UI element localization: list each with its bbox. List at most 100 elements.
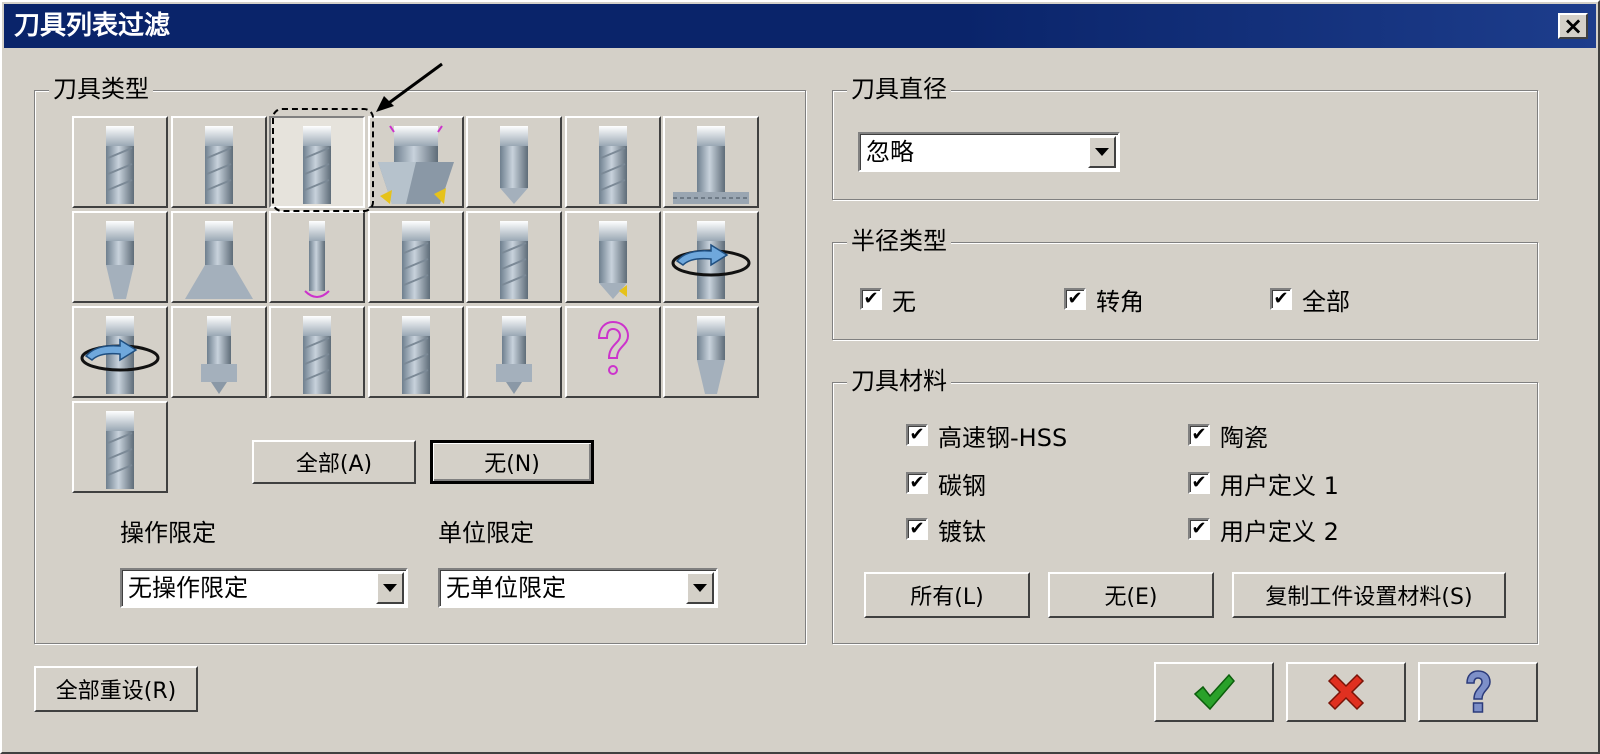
checkbox-box[interactable]: ✔ xyxy=(860,288,882,310)
tool-type-tile[interactable] xyxy=(663,211,759,303)
copy-stock-material-button[interactable]: 复制工件设置材料(S) xyxy=(1232,572,1506,618)
tool-type-tile[interactable] xyxy=(72,211,168,303)
center-drill-icon xyxy=(697,316,725,394)
ok-button[interactable] xyxy=(1154,662,1274,722)
checkmark-icon xyxy=(1193,673,1235,711)
face-mill-icon xyxy=(377,125,454,204)
radius-full-checkbox[interactable]: ✔ 全部 xyxy=(1270,284,1350,316)
tool-type-tile[interactable] xyxy=(564,211,661,303)
tool-diameter-value: 忽略 xyxy=(866,138,914,166)
tool-diameter-dropdown-button[interactable] xyxy=(1088,136,1116,168)
op-limit-value: 无操作限定 xyxy=(128,574,248,602)
checkbox-label: 无 xyxy=(892,287,916,316)
checkbox-box[interactable]: ✔ xyxy=(1064,288,1086,310)
material-user2-checkbox[interactable]: ✔ 用户定义 2 xyxy=(1188,514,1339,546)
tool-type-tile[interactable] xyxy=(170,211,267,303)
pointer-arrow xyxy=(376,62,443,112)
material-user1-checkbox[interactable]: ✔ 用户定义 1 xyxy=(1188,468,1339,500)
thread-mill-icon xyxy=(80,316,160,394)
select-all-tools-button[interactable]: 全部(A) xyxy=(252,440,416,484)
dialog-window: 刀具列表过滤 × 刀具类型 全部(A) 无(N) 操作限定 无操作限定 单位限定… xyxy=(0,0,1600,754)
tool-type-tile[interactable] xyxy=(367,306,464,398)
op-limit-label: 操作限定 xyxy=(120,519,216,547)
tool-type-tile[interactable] xyxy=(466,116,562,208)
tool-type-tile[interactable] xyxy=(269,306,365,398)
checkbox-label: 陶瓷 xyxy=(1220,423,1268,452)
chevron-down-icon xyxy=(383,584,397,592)
material-carbide-checkbox[interactable]: ✔ 碳钢 xyxy=(906,468,986,500)
unit-limit-label: 单位限定 xyxy=(438,519,534,547)
spot-drill-icon xyxy=(598,221,627,299)
tool-type-tile[interactable] xyxy=(170,116,267,208)
checkbox-box[interactable]: ✔ xyxy=(1188,472,1210,494)
checkbox-label: 用户定义 1 xyxy=(1220,471,1339,500)
tool-type-tile[interactable] xyxy=(269,116,365,208)
checkbox-box[interactable]: ✔ xyxy=(906,518,928,540)
tool-type-tile[interactable] xyxy=(564,306,661,398)
chevron-down-icon xyxy=(693,584,707,592)
tool-type-tile[interactable] xyxy=(466,306,562,398)
material-none-button[interactable]: 无(E) xyxy=(1048,572,1214,618)
tool-type-tile[interactable] xyxy=(367,211,464,303)
checkbox-label: 转角 xyxy=(1096,287,1144,316)
tool-type-tile[interactable] xyxy=(367,116,464,208)
title-bar[interactable]: 刀具列表过滤 × xyxy=(4,4,1596,48)
flat-endmill-icon xyxy=(106,411,134,489)
radius-type-group: 半径类型 xyxy=(832,225,1538,340)
material-ceramic-checkbox[interactable]: ✔ 陶瓷 xyxy=(1188,420,1268,452)
material-all-button[interactable]: 所有(L) xyxy=(864,572,1030,618)
flat-endmill-icon xyxy=(401,316,430,394)
reamer-icon xyxy=(598,126,627,204)
bull-endmill-icon xyxy=(401,221,430,299)
help-button[interactable] xyxy=(1418,662,1538,722)
flat-endmill-icon xyxy=(303,126,331,204)
radius-type-label: 半径类型 xyxy=(847,225,951,257)
tool-type-label: 刀具类型 xyxy=(49,73,153,105)
tool-type-tile[interactable] xyxy=(564,116,661,208)
material-tin-checkbox[interactable]: ✔ 镀钛 xyxy=(906,514,986,546)
lollipop-mill-icon xyxy=(304,221,330,298)
tool-type-tile[interactable] xyxy=(72,306,168,398)
checkbox-box[interactable]: ✔ xyxy=(906,424,928,446)
flat-endmill-icon xyxy=(303,316,331,394)
cancel-button[interactable] xyxy=(1286,662,1406,722)
unit-limit-dropdown-button[interactable] xyxy=(686,572,714,604)
checkbox-label: 全部 xyxy=(1302,287,1350,316)
checkbox-box[interactable]: ✔ xyxy=(1188,518,1210,540)
counterbore-icon xyxy=(496,316,532,394)
reset-all-button[interactable]: 全部重设(R) xyxy=(34,666,198,712)
radius-corner-checkbox[interactable]: ✔ 转角 xyxy=(1064,284,1144,316)
op-limit-select[interactable]: 无操作限定 xyxy=(120,568,408,608)
unit-limit-select[interactable]: 无单位限定 xyxy=(438,568,718,608)
tool-type-tile[interactable] xyxy=(72,401,168,493)
close-button[interactable]: × xyxy=(1558,13,1588,39)
tool-type-tile[interactable] xyxy=(466,211,562,303)
radius-none-checkbox[interactable]: ✔ 无 xyxy=(860,284,916,316)
op-limit-dropdown-button[interactable] xyxy=(376,572,404,604)
checkbox-label: 镀钛 xyxy=(938,517,986,546)
tap-icon xyxy=(673,126,749,204)
checkbox-box[interactable]: ✔ xyxy=(906,472,928,494)
checkbox-box[interactable]: ✔ xyxy=(1188,424,1210,446)
tool-diameter-select[interactable]: 忽略 xyxy=(858,132,1120,172)
tool-type-tile[interactable] xyxy=(663,306,759,398)
select-no-tools-button[interactable]: 无(N) xyxy=(430,440,594,484)
flat-endmill-icon xyxy=(106,126,134,204)
drill-icon xyxy=(500,126,528,204)
checkbox-box[interactable]: ✔ xyxy=(1270,288,1292,310)
question-mark-icon xyxy=(1466,670,1491,713)
flat-endmill-icon xyxy=(204,126,233,204)
close-icon xyxy=(1327,673,1365,711)
tool-type-tile[interactable] xyxy=(170,306,267,398)
tool-type-tile[interactable] xyxy=(269,211,365,303)
dovetail-mill-icon xyxy=(200,316,237,394)
chevron-down-icon xyxy=(1095,148,1109,156)
checkbox-label: 碳钢 xyxy=(938,471,986,500)
thread-mill-icon xyxy=(671,221,751,299)
tool-type-tile[interactable] xyxy=(72,116,168,208)
tool-type-tile[interactable] xyxy=(663,116,759,208)
tool-diameter-label: 刀具直径 xyxy=(847,73,951,105)
material-hss-checkbox[interactable]: ✔ 高速钢-HSS xyxy=(906,420,1067,452)
checkbox-label: 用户定义 2 xyxy=(1220,517,1339,546)
tool-material-label: 刀具材料 xyxy=(847,365,951,397)
